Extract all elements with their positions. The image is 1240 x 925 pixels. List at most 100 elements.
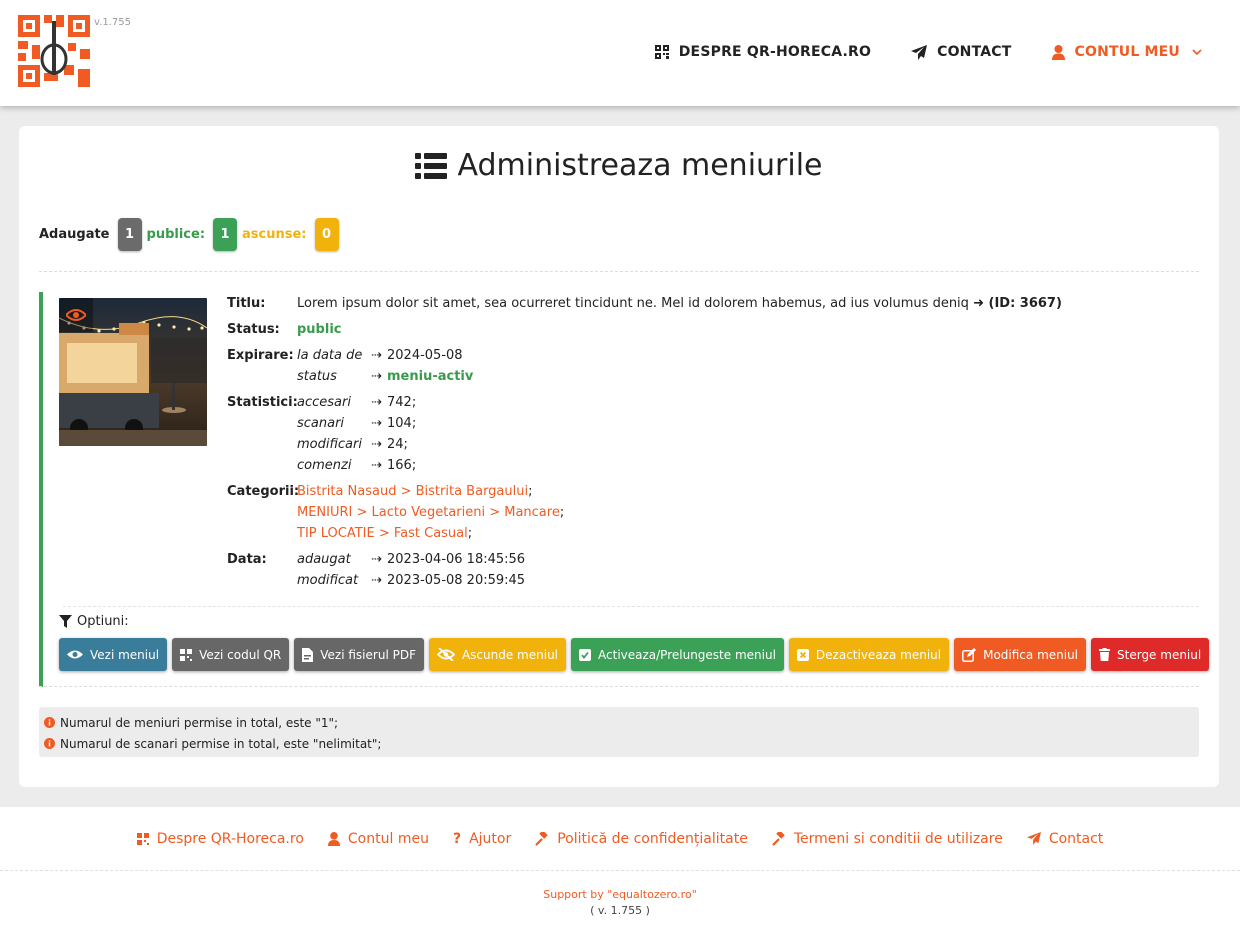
added-label: Adaugate	[39, 227, 110, 242]
menu-thumbnail[interactable]	[59, 298, 207, 446]
view-menu-button[interactable]: Vezi meniul	[59, 638, 168, 671]
date-label: Data:	[227, 552, 267, 567]
note-item: Numarul de scanari permise in total, est…	[44, 733, 1194, 754]
footer-link-label: Despre QR-Horeca.ro	[156, 830, 304, 847]
stat-value: 104;	[387, 416, 417, 431]
added-count-badge: 1	[117, 218, 142, 251]
footer-link-about[interactable]: Despre QR-Horeca.ro	[136, 830, 304, 847]
edit-icon	[962, 647, 977, 662]
title-value: Lorem ipsum dolor sit amet, sea ocurrere…	[297, 296, 1062, 311]
qr-code-icon	[654, 45, 669, 59]
title-label: Titlu:	[227, 296, 266, 311]
edit-menu-label: Modifica meniul	[983, 647, 1079, 662]
date-key: modificat	[297, 573, 359, 588]
footer-link-help[interactable]: ? Ajutor	[453, 831, 511, 847]
menu-counts: Adaugate 1 publice: 1 ascunse: 0	[39, 218, 344, 251]
arrow: ⇢	[371, 437, 382, 452]
menu-title-text: Lorem ipsum dolor sit amet, sea ocurrere…	[297, 296, 969, 311]
nav-account[interactable]: CONTUL MEU	[1051, 40, 1202, 64]
expiry-date-key: la data de	[297, 348, 363, 363]
paper-plane-icon	[911, 44, 928, 60]
nav-about[interactable]: DESPRE QR-HORECA.RO	[654, 40, 871, 64]
menu-actions: Vezi meniul Vezi codul QR Vezi fisierul …	[59, 638, 1210, 671]
hidden-count-badge: 0	[314, 218, 339, 251]
menu-id: ➜ (ID: 3667)	[973, 296, 1062, 311]
expiry-status-value: meniu-activ	[387, 369, 474, 384]
footer-version: ( v. 1.755 )	[590, 904, 650, 917]
footer-link-account[interactable]: Contul meu	[327, 830, 429, 847]
divider	[39, 271, 1199, 272]
nav-contact[interactable]: CONTACT	[911, 40, 1011, 64]
options-divider	[63, 606, 1199, 607]
category-link[interactable]: Bistrita Nasaud > Bistrita Bargaului	[297, 484, 528, 499]
expiry-status-key: status	[297, 369, 337, 384]
paper-plane-icon	[1026, 832, 1041, 845]
public-label: publice:	[146, 227, 206, 242]
options-label-text: Optiuni:	[77, 614, 129, 629]
main-nav: DESPRE QR-HORECA.RO CONTACT CONTUL MEU	[615, 40, 1202, 64]
edit-menu-button[interactable]: Modifica meniul	[954, 638, 1087, 671]
footer-link-label: Contul meu	[347, 830, 429, 847]
footer-link-label: Termeni si conditii de utilizare	[793, 830, 1003, 847]
user-icon	[327, 831, 340, 846]
footer-link-privacy[interactable]: Politică de confidențialitate	[535, 831, 748, 847]
view-menu-label: Vezi meniul	[90, 647, 160, 662]
info-icon	[44, 717, 55, 728]
page-title: Administreaza meniurile	[19, 148, 1219, 183]
stat-key: scanari	[297, 416, 345, 431]
hide-menu-button[interactable]: Ascunde meniul	[428, 638, 567, 671]
category-item: TIP LOCATIE > Fast Casual;	[297, 526, 473, 541]
pdf-file-icon	[302, 647, 314, 662]
main-card: Administreaza meniurile Adaugate 1 publi…	[19, 126, 1219, 787]
footer-link-label: Politică de confidențialitate	[557, 830, 748, 847]
public-count-badge: 1	[213, 218, 238, 251]
stat-value: 166;	[387, 458, 417, 473]
footer-link-terms[interactable]: Termeni si conditii de utilizare	[772, 831, 1003, 847]
view-pdf-button[interactable]: Vezi fisierul PDF	[294, 638, 424, 671]
stat-value: 742;	[387, 395, 417, 410]
qr-horeca-logo[interactable]	[18, 15, 90, 87]
delete-menu-button[interactable]: Sterge meniul	[1091, 638, 1210, 671]
qr-code-icon	[180, 648, 193, 661]
arrow: ⇢	[371, 458, 382, 473]
activate-menu-button[interactable]: Activeaza/Prelungeste meniul	[571, 638, 784, 671]
eye-slash-icon	[436, 648, 455, 661]
gavel-icon	[535, 831, 548, 846]
note-text: Numarul de meniuri permise in total, est…	[60, 715, 339, 730]
footer-nav: Despre QR-Horeca.ro Contul meu ? Ajutor …	[0, 807, 1240, 870]
stats-label: Statistici:	[227, 395, 298, 410]
hidden-label: ascunse:	[242, 227, 307, 242]
date-value: 2023-05-08 20:59:45	[387, 573, 526, 588]
filter-icon	[59, 615, 72, 628]
note-text: Numarul de scanari permise in total, est…	[60, 736, 382, 751]
deactivate-menu-button[interactable]: Dezactiveaza meniul	[788, 638, 950, 671]
status-value: public	[297, 322, 342, 337]
activate-menu-label: Activeaza/Prelungeste meniul	[598, 647, 776, 662]
chevron-down-icon	[1192, 48, 1202, 55]
divider	[39, 686, 1199, 687]
stat-key: comenzi	[297, 458, 352, 473]
gavel-icon	[772, 831, 785, 846]
arrow: ⇢	[371, 395, 382, 410]
stat-key: modificari	[297, 437, 362, 452]
list-icon	[415, 152, 448, 179]
category-link[interactable]: TIP LOCATIE > Fast Casual	[297, 526, 468, 541]
expiry-date-value: 2024-05-08	[387, 348, 463, 363]
support-link[interactable]: Support by "equaltozero.ro"	[0, 888, 1240, 901]
arrow: ⇢	[371, 348, 382, 363]
view-qr-label: Vezi codul QR	[199, 647, 282, 662]
x-square-icon	[796, 648, 809, 661]
categories-label: Categorii:	[227, 484, 300, 499]
category-link[interactable]: MENIURI > Lacto Vegetarieni > Mancare	[297, 505, 560, 520]
footer-link-contact[interactable]: Contact	[1026, 831, 1103, 847]
date-value: 2023-04-06 18:45:56	[387, 552, 526, 567]
page-title-text: Administreaza meniurile	[457, 148, 823, 183]
site-header: v.1.755 DESPRE QR-HORECA.RO CONTACT CONT…	[0, 0, 1240, 106]
public-eye-overlay	[59, 298, 93, 332]
limits-notes: Numarul de meniuri permise in total, est…	[39, 707, 1199, 757]
question-icon: ?	[452, 830, 462, 847]
arrow: ⇢	[371, 416, 382, 431]
view-qr-button[interactable]: Vezi codul QR	[172, 638, 290, 671]
hide-menu-label: Ascunde meniul	[461, 647, 559, 662]
version-label: v.1.755	[94, 17, 131, 28]
